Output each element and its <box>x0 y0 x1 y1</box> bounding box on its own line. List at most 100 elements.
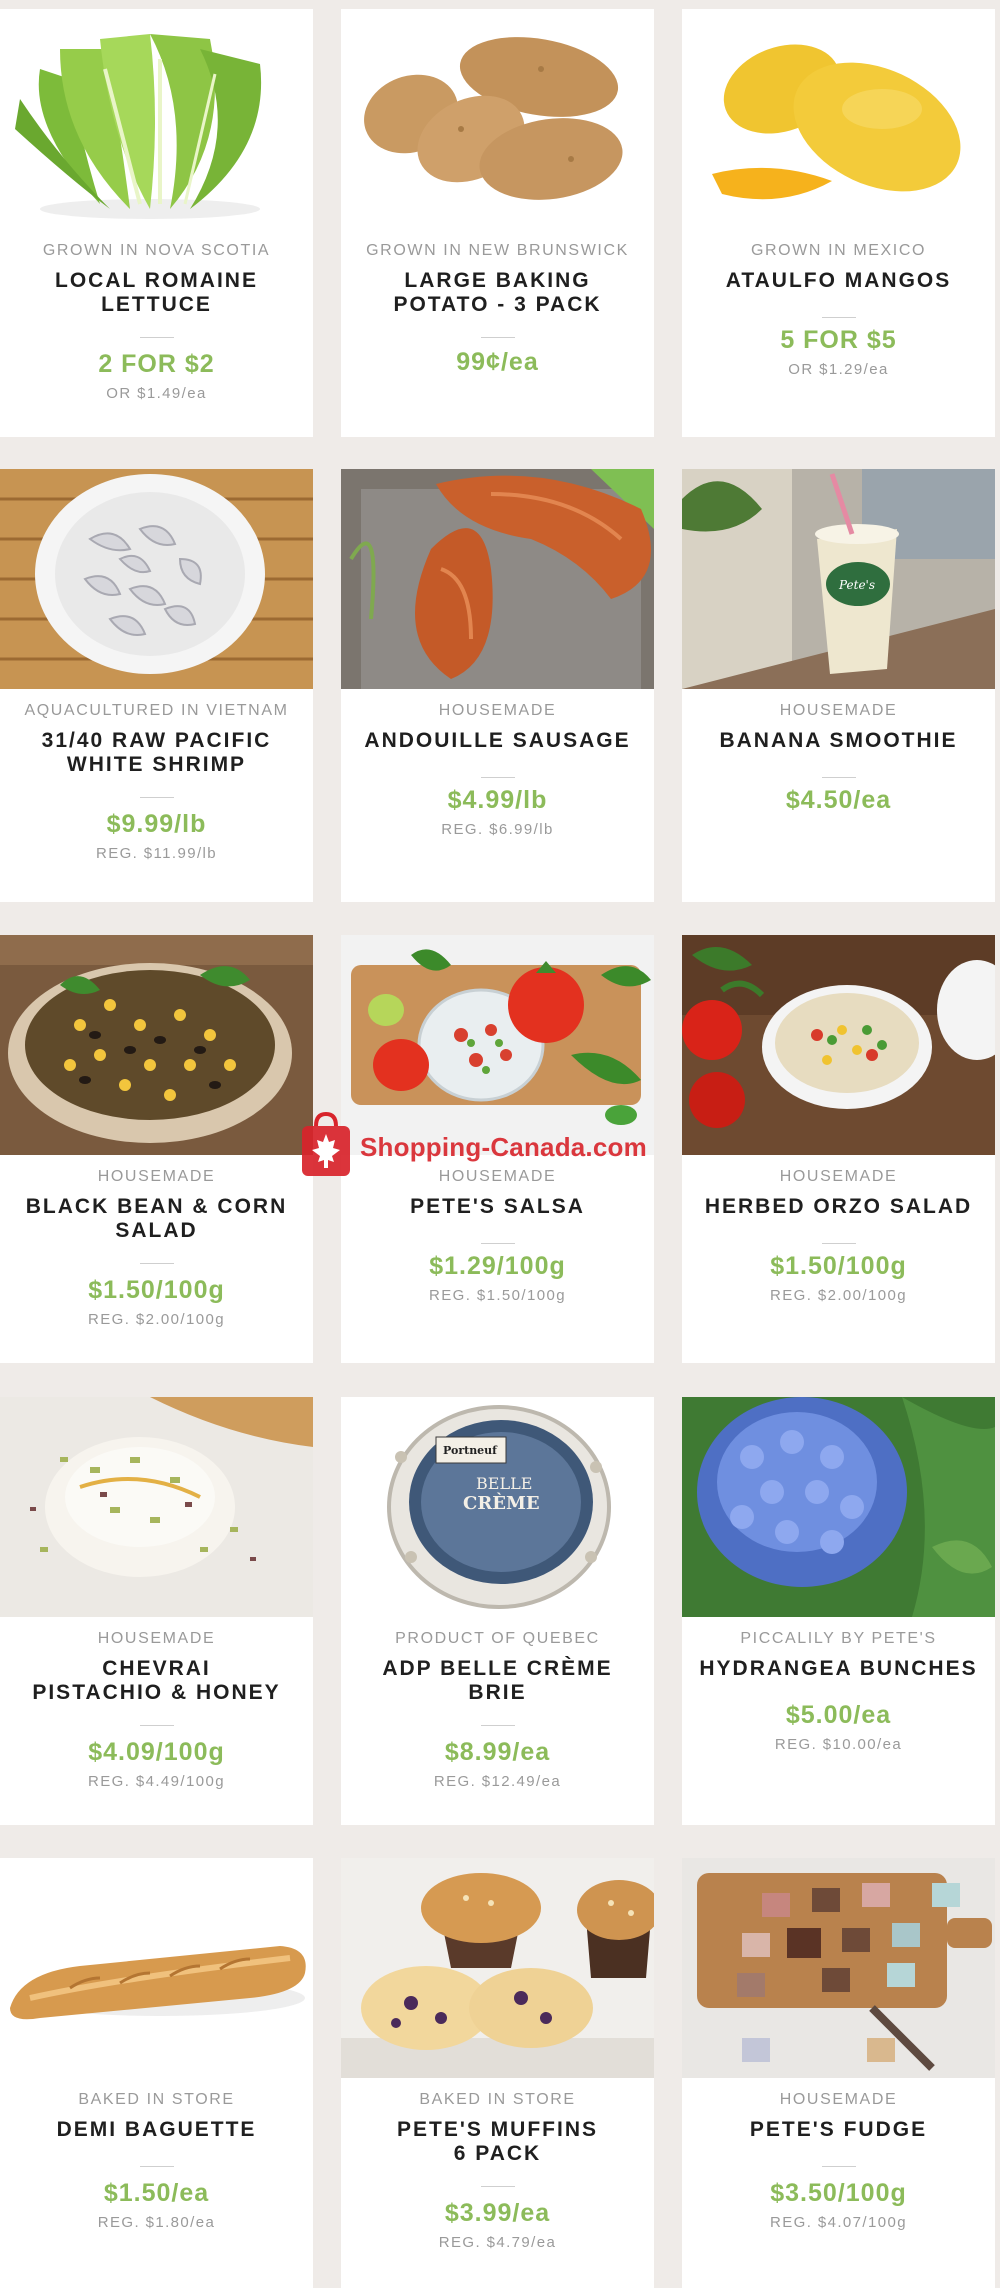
product-price: $5.00/ea <box>785 1701 892 1729</box>
product-price: 2 FOR $2 <box>98 350 215 378</box>
product-origin: BAKED IN STORE <box>78 2091 235 2108</box>
brie-label-brand: Portneuf <box>443 1444 498 1457</box>
product-regular-price: REG. $10.00/ea <box>774 1736 903 1753</box>
product-card-fudge[interactable]: HOUSEMADE PETE'S FUDGE $3.50/100g REG. $… <box>682 1858 995 2288</box>
product-card-romaine[interactable]: GROWN IN NOVA SCOTIA LOCAL ROMAINE LETTUC… <box>0 9 313 437</box>
product-name: PETE'S SALSA <box>410 1195 585 1218</box>
product-name: PETE'S FUDGE <box>749 2118 928 2141</box>
product-price: $1.50/100g <box>770 1252 907 1280</box>
baguette-image <box>0 1858 313 2078</box>
product-card-brie[interactable]: Portneuf BELLE CRÈME PRODUCT OF QUEBEC A… <box>341 1397 654 1825</box>
divider <box>480 777 515 778</box>
product-card-chevrai[interactable]: HOUSEMADE CHEVRAI PISTACHIO & HONEY $4.09… <box>0 1397 313 1825</box>
product-name: HERBED ORZO SALAD <box>704 1195 973 1218</box>
product-regular-price: REG. $2.00/100g <box>770 1287 907 1304</box>
watermark: Shopping-Canada.com <box>298 1110 698 1180</box>
product-name: ADP BELLE CRÈME BRIE <box>382 1657 613 1704</box>
product-regular-price: REG. $6.99/lb <box>441 821 554 838</box>
product-card-muffins[interactable]: BAKED IN STORE PETE'S MUFFINS 6 PACK $3.9… <box>341 1858 654 2288</box>
product-origin: HOUSEMADE <box>97 1630 216 1647</box>
product-name: CHEVRAI PISTACHIO & HONEY <box>32 1657 281 1704</box>
product-name: PETE'S MUFFINS 6 PACK <box>396 2118 598 2165</box>
product-price: $1.50/100g <box>88 1276 225 1304</box>
smoothie-cup-label: Pete's <box>838 578 875 592</box>
divider <box>480 1243 515 1244</box>
divider <box>480 337 515 338</box>
product-price: 99¢/ea <box>456 348 539 376</box>
product-regular-price: REG. $2.00/100g <box>88 1311 225 1328</box>
divider <box>821 317 856 318</box>
brie-label-line2: CRÈME <box>463 1491 540 1514</box>
product-regular-price: REG. $4.49/100g <box>88 1773 225 1790</box>
product-name: LOCAL ROMAINE LETTUCE <box>55 269 258 316</box>
smoothie-cup-image: Pete's <box>682 469 995 689</box>
product-card-hydrangea[interactable]: PICCALILY BY PETE'S HYDRANGEA BUNCHES $5… <box>682 1397 995 1825</box>
muffins-image <box>341 1858 654 2078</box>
divider <box>480 2186 515 2187</box>
product-origin: GROWN IN NOVA SCOTIA <box>42 242 271 259</box>
divider <box>139 2166 174 2167</box>
product-name: ANDOUILLE SAUSAGE <box>364 729 631 752</box>
product-origin: HOUSEMADE <box>779 2091 898 2108</box>
product-card-smoothie[interactable]: Pete's HOUSEMADE BANANA SMOOTHIE $4.50/e… <box>682 469 995 902</box>
divider <box>821 1243 856 1244</box>
product-price: $9.99/lb <box>106 810 207 838</box>
mangos-image <box>682 9 995 229</box>
product-origin: BAKED IN STORE <box>419 2091 576 2108</box>
product-card-sausage[interactable]: HOUSEMADE ANDOUILLE SAUSAGE $4.99/lb REG… <box>341 469 654 902</box>
divider <box>139 1263 174 1264</box>
product-origin: PRODUCT OF QUEBEC <box>395 1630 600 1647</box>
divider <box>139 797 174 798</box>
sausages-image <box>341 469 654 689</box>
product-price: $4.09/100g <box>88 1738 225 1766</box>
divider <box>480 1725 515 1726</box>
brie-label-line1: BELLE <box>476 1474 532 1493</box>
romaine-lettuce-image <box>0 9 313 229</box>
product-regular-price: REG. $12.49/ea <box>433 1773 562 1790</box>
product-name: BANANA SMOOTHIE <box>719 729 958 752</box>
product-regular-price: OR $1.29/ea <box>788 361 889 378</box>
bean-corn-salad-image <box>0 935 313 1155</box>
product-price: $3.50/100g <box>770 2179 907 2207</box>
divider <box>139 337 174 338</box>
product-name: LARGE BAKING POTATO - 3 PACK <box>393 269 602 316</box>
product-origin: HOUSEMADE <box>779 702 898 719</box>
divider <box>139 1725 174 1726</box>
product-origin: PICCALILY BY PETE'S <box>740 1630 937 1647</box>
product-regular-price: REG. $1.80/ea <box>97 2214 216 2231</box>
product-name: HYDRANGEA BUNCHES <box>699 1657 978 1680</box>
product-regular-price: REG. $11.99/lb <box>95 845 218 862</box>
product-origin: HOUSEMADE <box>438 702 557 719</box>
product-origin: HOUSEMADE <box>97 1168 216 1185</box>
product-price: $1.29/100g <box>429 1252 566 1280</box>
product-card-baguette[interactable]: BAKED IN STORE DEMI BAGUETTE $1.50/ea RE… <box>0 1858 313 2288</box>
shrimp-bowl-image <box>0 469 313 689</box>
product-regular-price: REG. $4.07/100g <box>770 2214 907 2231</box>
product-price: 5 FOR $5 <box>780 326 897 354</box>
product-name: BLACK BEAN & CORN SALAD <box>25 1195 288 1242</box>
product-regular-price: OR $1.49/ea <box>106 385 207 402</box>
divider <box>821 2166 856 2167</box>
hydrangea-image <box>682 1397 995 1617</box>
product-price: $4.50/ea <box>785 786 892 814</box>
divider <box>821 777 856 778</box>
product-name: 31/40 RAW PACIFIC WHITE SHRIMP <box>41 729 272 776</box>
product-price: $3.99/ea <box>444 2199 551 2227</box>
product-card-potato[interactable]: GROWN IN NEW BRUNSWICK LARGE BAKING POTAT… <box>341 9 654 437</box>
fudge-board-image <box>682 1858 995 2078</box>
product-card-bean-corn-salad[interactable]: HOUSEMADE BLACK BEAN & CORN SALAD $1.50/1… <box>0 935 313 1363</box>
product-origin: GROWN IN MEXICO <box>750 242 927 259</box>
shopping-bag-maple-leaf-icon <box>302 1111 350 1176</box>
product-card-shrimp[interactable]: AQUACULTURED IN VIETNAM 31/40 RAW PACIFI… <box>0 469 313 902</box>
product-regular-price: REG. $1.50/100g <box>429 1287 566 1304</box>
orzo-salad-image <box>682 935 995 1155</box>
product-regular-price: REG. $4.79/ea <box>438 2234 557 2251</box>
product-name: DEMI BAGUETTE <box>56 2118 257 2141</box>
product-origin: HOUSEMADE <box>779 1168 898 1185</box>
product-card-mangos[interactable]: GROWN IN MEXICO ATAULFO MANGOS 5 FOR $5 … <box>682 9 995 437</box>
watermark-text: Shopping-Canada.com <box>360 1132 647 1162</box>
product-price: $8.99/ea <box>444 1738 551 1766</box>
chevrai-image <box>0 1397 313 1617</box>
product-card-orzo-salad[interactable]: HOUSEMADE HERBED ORZO SALAD $1.50/100g R… <box>682 935 995 1363</box>
product-price: $1.50/ea <box>103 2179 210 2207</box>
